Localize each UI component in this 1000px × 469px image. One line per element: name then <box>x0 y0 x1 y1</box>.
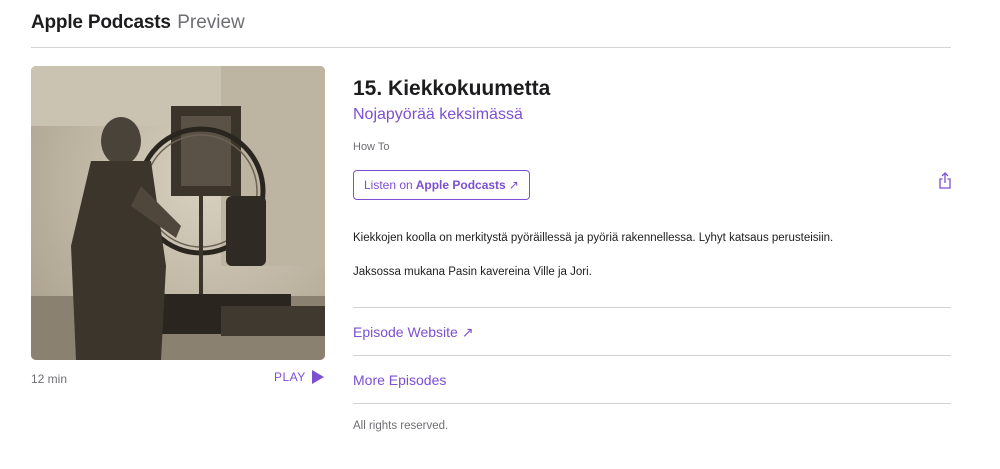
play-icon <box>311 370 324 384</box>
category-label: How To <box>353 141 390 153</box>
episode-website-link[interactable]: Episode Website ↗ <box>353 324 473 341</box>
more-episodes-link[interactable]: More Episodes <box>353 372 446 388</box>
listen-prefix: Listen on <box>364 178 413 192</box>
episode-description: Kiekkojen koolla on merkitystä pyöräille… <box>353 230 951 280</box>
listen-brand: Apple Podcasts <box>415 178 506 192</box>
description-paragraph: Jaksossa mukana Pasin kavereina Ville ja… <box>353 266 592 278</box>
artwork-photo-icon <box>31 66 325 360</box>
brand-title[interactable]: Apple Podcasts <box>31 12 171 33</box>
play-button[interactable]: PLAY <box>274 370 324 384</box>
copyright-text: All rights reserved. <box>353 420 449 432</box>
divider <box>353 355 951 356</box>
description-paragraph: Kiekkojen koolla on merkitystä pyöräille… <box>353 232 834 244</box>
external-arrow-icon: ↗ <box>508 178 519 192</box>
share-icon[interactable] <box>938 172 952 190</box>
divider <box>353 307 951 308</box>
play-label: PLAY <box>274 370 306 384</box>
page-header: Apple Podcasts Preview <box>31 12 951 48</box>
divider <box>353 403 951 404</box>
brand-subtitle: Preview <box>177 12 245 33</box>
podcast-artwork <box>31 66 325 360</box>
episode-title: 15. Kiekkokuumetta <box>353 77 551 100</box>
show-name-link[interactable]: Nojapyörää keksimässä <box>353 104 951 126</box>
episode-duration: 12 min <box>31 372 68 386</box>
episode-details: 15. Kiekkokuumetta Nojapyörää keksimässä… <box>353 76 951 200</box>
listen-on-apple-podcasts-button[interactable]: Listen on Apple Podcasts ↗ <box>353 170 530 200</box>
